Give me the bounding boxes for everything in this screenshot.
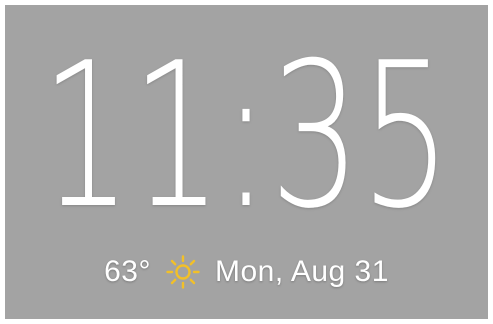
daydream-screen: 11:35 63° Mon, Aug 31 [5, 5, 488, 319]
sun-icon [165, 254, 201, 290]
clock-time: 11:35 [41, 20, 451, 245]
status-row: 63° Mon, Aug 31 [5, 249, 488, 295]
clock-display: 11:35 [5, 5, 488, 245]
temperature-label: 63° [104, 255, 151, 288]
date-label: Mon, Aug 31 [214, 255, 389, 288]
